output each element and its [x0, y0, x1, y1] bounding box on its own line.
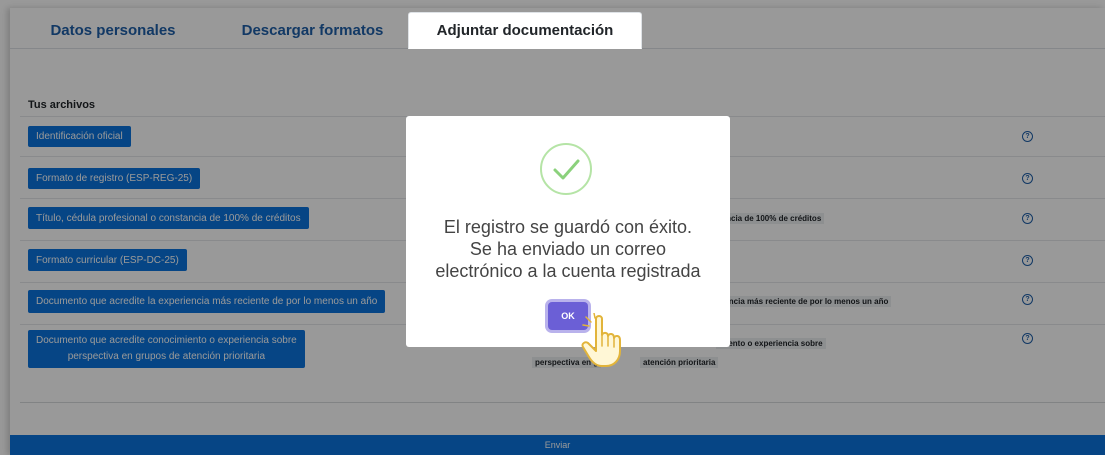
modal-message: El registro se guardó con éxito. Se ha e… [406, 216, 730, 282]
hand-pointer-icon [581, 313, 621, 367]
success-check-icon [540, 143, 592, 195]
success-modal: El registro se guardó con éxito. Se ha e… [406, 116, 730, 347]
tab-adjuntar-documentacion[interactable]: Adjuntar documentación [408, 12, 642, 49]
modal-message-line: Se ha enviado un correo [469, 239, 667, 259]
modal-message-line: electrónico a la cuenta registrada [435, 261, 701, 281]
modal-message-line: El registro se guardó con éxito. [443, 217, 693, 237]
